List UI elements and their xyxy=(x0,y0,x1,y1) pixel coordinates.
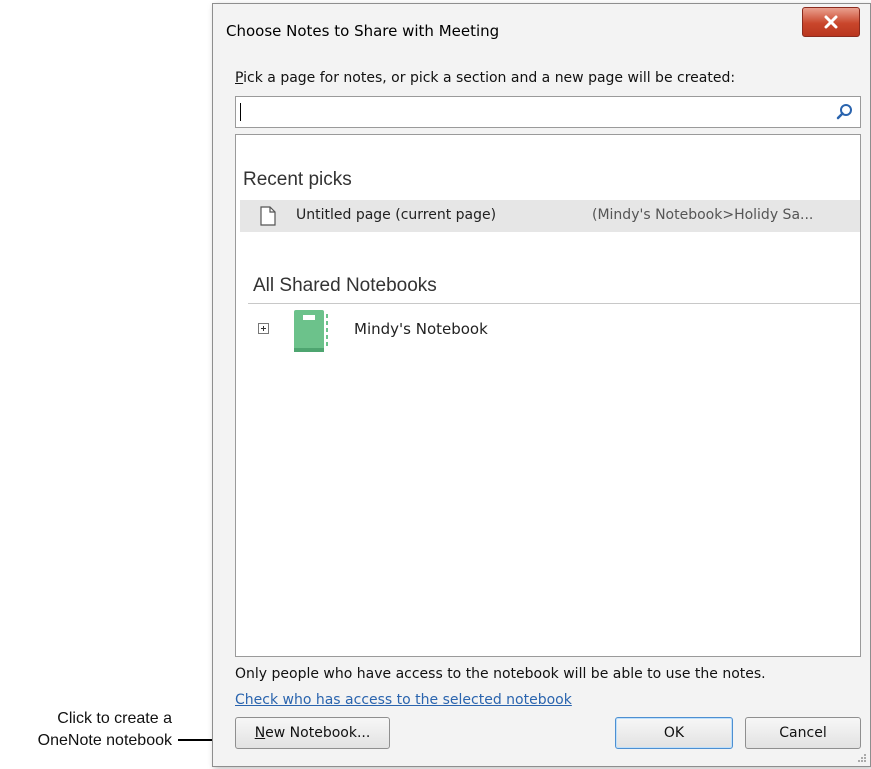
resize-grip-icon[interactable] xyxy=(857,753,867,763)
close-icon xyxy=(824,15,838,29)
share-notes-dialog: Choose Notes to Share with Meeting Pick … xyxy=(212,3,871,767)
prompt-mnemonic: P xyxy=(235,70,244,86)
recent-picks-header: Recent picks xyxy=(243,169,352,190)
expand-notebook-icon[interactable] xyxy=(258,323,269,334)
new-notebook-button[interactable]: New Notebook... xyxy=(235,717,390,749)
new-notebook-mnemonic: N xyxy=(254,725,266,741)
page-icon xyxy=(260,206,276,226)
new-notebook-label: ew Notebook... xyxy=(265,725,371,741)
ok-button[interactable]: OK xyxy=(615,717,733,749)
cancel-button[interactable]: Cancel xyxy=(745,717,861,749)
prompt-text: ick a page for notes, or pick a section … xyxy=(243,70,736,86)
access-note: Only people who have access to the noteb… xyxy=(235,666,766,682)
pick-prompt: Pick a page for notes, or pick a section… xyxy=(235,70,735,86)
search-input[interactable] xyxy=(238,100,822,124)
recent-pick-path: (Mindy's Notebook>Holidy Sa... xyxy=(592,207,814,223)
section-divider xyxy=(248,303,860,304)
notebook-icon xyxy=(294,310,328,352)
text-caret xyxy=(240,103,241,121)
dialog-title: Choose Notes to Share with Meeting xyxy=(226,22,500,40)
notes-picker-list[interactable]: Recent picks Untitled page (current page… xyxy=(235,134,861,657)
recent-pick-item[interactable]: Untitled page (current page) (Mindy's No… xyxy=(240,200,860,232)
callout-line-2: OneNote notebook xyxy=(37,732,172,749)
annotation-callout: Click to create a OneNote notebook xyxy=(38,708,172,752)
close-button[interactable] xyxy=(802,7,860,37)
recent-pick-title: Untitled page (current page) xyxy=(296,207,497,223)
notebook-label[interactable]: Mindy's Notebook xyxy=(354,320,488,338)
callout-line-1: Click to create a xyxy=(57,710,172,727)
search-icon[interactable] xyxy=(836,103,854,121)
check-access-link[interactable]: Check who has access to the selected not… xyxy=(235,692,572,708)
shared-notebooks-header: All Shared Notebooks xyxy=(253,275,437,296)
search-box[interactable] xyxy=(235,96,861,128)
